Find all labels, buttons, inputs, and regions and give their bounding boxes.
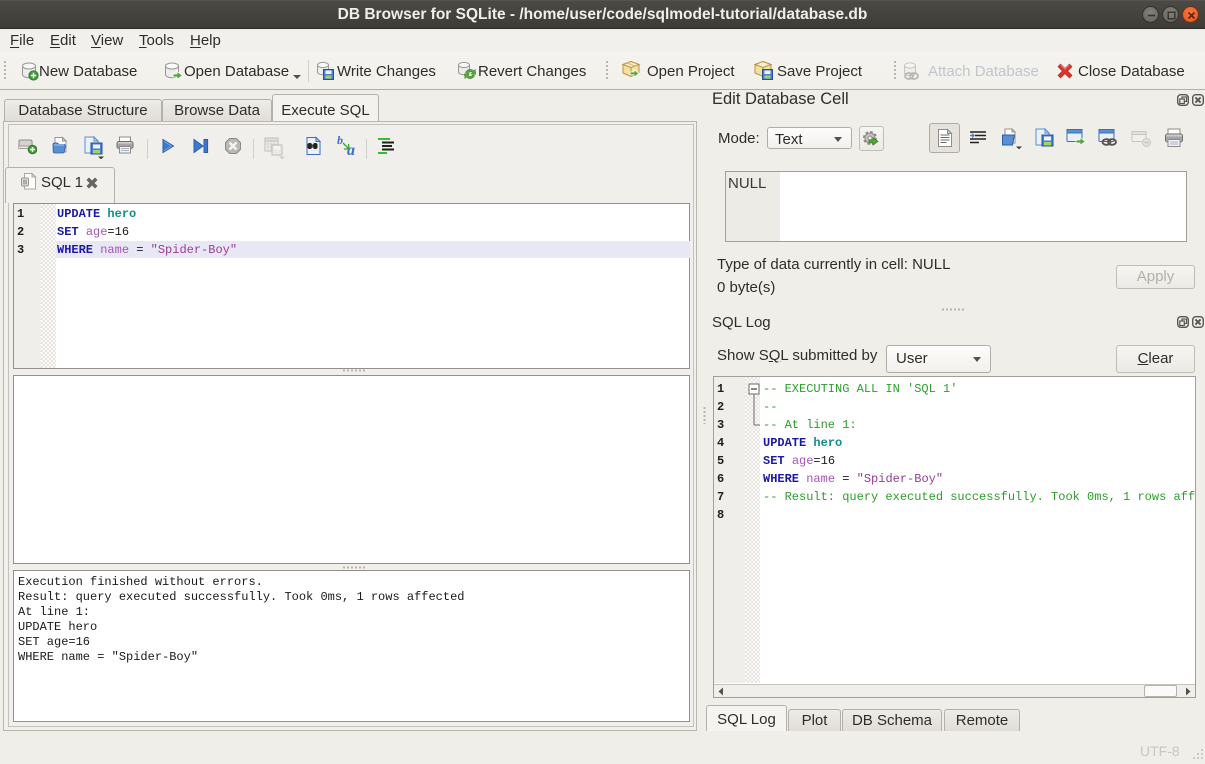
svg-text:b: b — [337, 135, 343, 147]
